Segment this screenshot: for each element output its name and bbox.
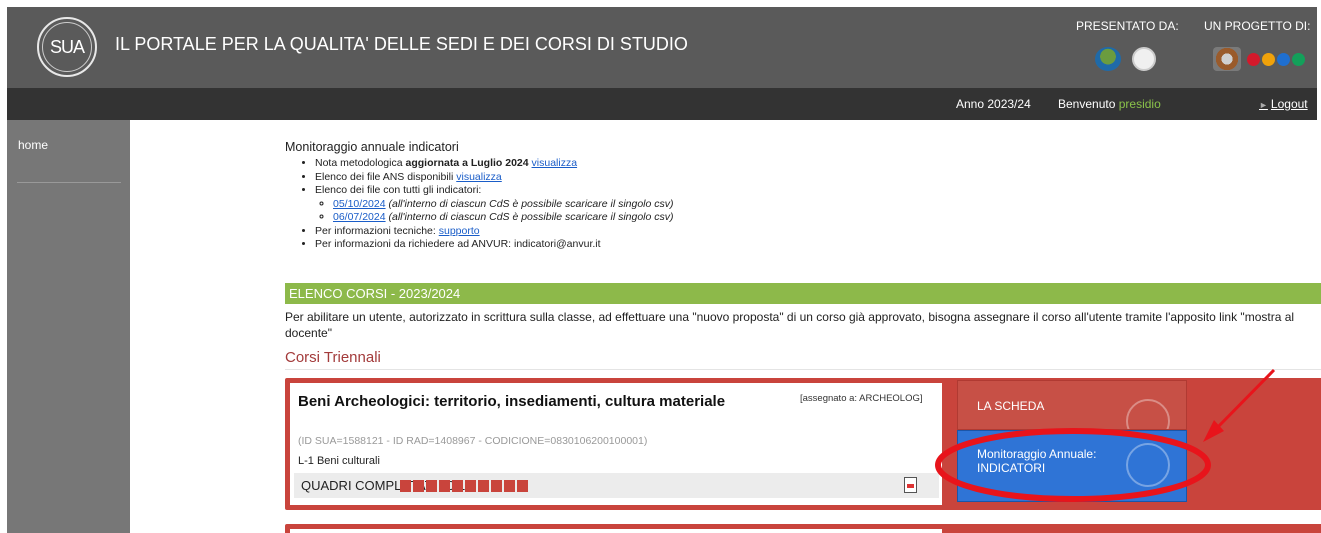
- quadri-block: [504, 480, 515, 492]
- info-text: Nota metodologica: [315, 157, 406, 169]
- monitoring-info-list: Nota metodologica aggiornata a Luglio 20…: [315, 157, 674, 252]
- main-content: Monitoraggio annuale indicatori Nota met…: [130, 120, 1321, 533]
- arrow-right-icon: ►: [1259, 100, 1268, 110]
- sua-logo[interactable]: SUA: [37, 17, 97, 77]
- sidebar-divider: [17, 182, 121, 183]
- monitoring-title: Monitoraggio annuale indicatori: [285, 140, 459, 154]
- list-item: 06/07/2024 (all'interno di ciascun CdS è…: [333, 211, 674, 225]
- list-item: Elenco dei file con tutti gli indicatori…: [315, 184, 674, 225]
- project-label: UN PROGETTO DI:: [1204, 19, 1311, 33]
- course-title: Beni Archeologici: territorio, insediame…: [298, 393, 726, 410]
- course-details: [290, 529, 942, 533]
- quadri-progress-blocks: [400, 480, 528, 492]
- republic-emblem-icon[interactable]: [1213, 47, 1241, 71]
- course-card: Beni Archeologici: territorio, insediame…: [285, 378, 1321, 510]
- sidebar-item-home[interactable]: home: [18, 138, 48, 152]
- info-text: Per informazioni da richiedere ad ANVUR:…: [315, 238, 601, 250]
- info-text: Elenco dei file con tutti gli indicatori…: [315, 184, 482, 196]
- info-text: Per informazioni tecniche:: [315, 224, 439, 237]
- presented-by-label: PRESENTATO DA:: [1076, 19, 1179, 33]
- welcome-text: Benvenuto presidio: [1058, 97, 1161, 111]
- sua-watermark-icon: [1126, 399, 1170, 429]
- quadri-block: [413, 480, 424, 492]
- quadri-block: [478, 480, 489, 492]
- page: SUA IL PORTALE PER LA QUALITA' DELLE SED…: [0, 0, 1321, 533]
- ans-files-view-link[interactable]: visualizza: [456, 171, 502, 183]
- sidebar: home: [7, 120, 130, 533]
- enable-user-instructions: Per abilitare un utente, autorizzato in …: [285, 310, 1295, 340]
- monitoring-indicators-button[interactable]: Monitoraggio Annuale: INDICATORI: [957, 430, 1187, 502]
- indicator-file-link[interactable]: 06/07/2024: [333, 211, 386, 223]
- indicator-files-sublist: 05/10/2024 (all'interno di ciascun CdS è…: [333, 198, 674, 225]
- site-header: SUA IL PORTALE PER LA QUALITA' DELLE SED…: [7, 7, 1317, 88]
- courses-section-bar: ELENCO CORSI - 2023/2024: [285, 283, 1321, 304]
- info-text: Elenco dei file ANS disponibili: [315, 170, 457, 183]
- anvur-logo-icon[interactable]: [1095, 47, 1121, 71]
- course-class: L-1 Beni culturali: [298, 455, 380, 467]
- pdf-icon[interactable]: [904, 477, 917, 493]
- username: presidio: [1118, 97, 1161, 111]
- quadri-block: [491, 480, 502, 492]
- mur-logo-icon[interactable]: [1247, 47, 1307, 71]
- quadri-block: [452, 480, 463, 492]
- info-bold-text: aggiornata a Luglio 2024: [405, 157, 529, 169]
- info-note: (all'interno di ciascun CdS è possibile …: [385, 197, 674, 210]
- course-assigned-to: [assegnato a: ARCHEOLOG]: [800, 393, 923, 404]
- logout-link[interactable]: ► Logout: [1259, 97, 1308, 111]
- quadri-block: [517, 480, 528, 492]
- la-scheda-button[interactable]: LA SCHEDA: [957, 380, 1187, 430]
- quadri-block: [426, 480, 437, 492]
- clock-logo-icon[interactable]: [1132, 47, 1156, 71]
- welcome-label: Benvenuto: [1058, 97, 1116, 111]
- top-bar: Anno 2023/24 Benvenuto presidio ► Logout: [7, 88, 1317, 120]
- sua-logo-text: SUA: [42, 22, 92, 72]
- heading-divider: [285, 369, 1321, 370]
- la-scheda-label: LA SCHEDA: [977, 399, 1045, 413]
- methodology-view-link[interactable]: visualizza: [532, 157, 578, 169]
- list-item: 05/10/2024 (all'interno di ciascun CdS è…: [333, 198, 674, 212]
- support-link[interactable]: supporto: [439, 225, 480, 237]
- indicator-file-link[interactable]: 05/10/2024: [333, 198, 386, 210]
- logout-label: Logout: [1270, 97, 1308, 111]
- list-item: Nota metodologica aggiornata a Luglio 20…: [315, 157, 674, 171]
- sua-watermark-icon: [1126, 443, 1170, 487]
- triennial-courses-heading: Corsi Triennali: [285, 349, 381, 366]
- quadri-block: [465, 480, 476, 492]
- course-details: Beni Archeologici: territorio, insediame…: [290, 383, 942, 505]
- course-card: [285, 524, 1321, 533]
- quadri-block: [400, 480, 411, 492]
- portal-title: IL PORTALE PER LA QUALITA' DELLE SEDI E …: [115, 34, 688, 54]
- quadri-progress: QUADRI COMPLETATI 10/10: [294, 473, 939, 498]
- list-item: Per informazioni da richiedere ad ANVUR:…: [315, 238, 674, 252]
- course-ids: (ID SUA=1588121 - ID RAD=1408967 - CODIC…: [298, 435, 648, 447]
- academic-year: Anno 2023/24: [956, 97, 1031, 111]
- list-item: Per informazioni tecniche: supporto: [315, 225, 674, 239]
- info-note: (all'interno di ciascun CdS è possibile …: [385, 211, 674, 223]
- quadri-block: [439, 480, 450, 492]
- list-item: Elenco dei file ANS disponibili visualiz…: [315, 171, 674, 185]
